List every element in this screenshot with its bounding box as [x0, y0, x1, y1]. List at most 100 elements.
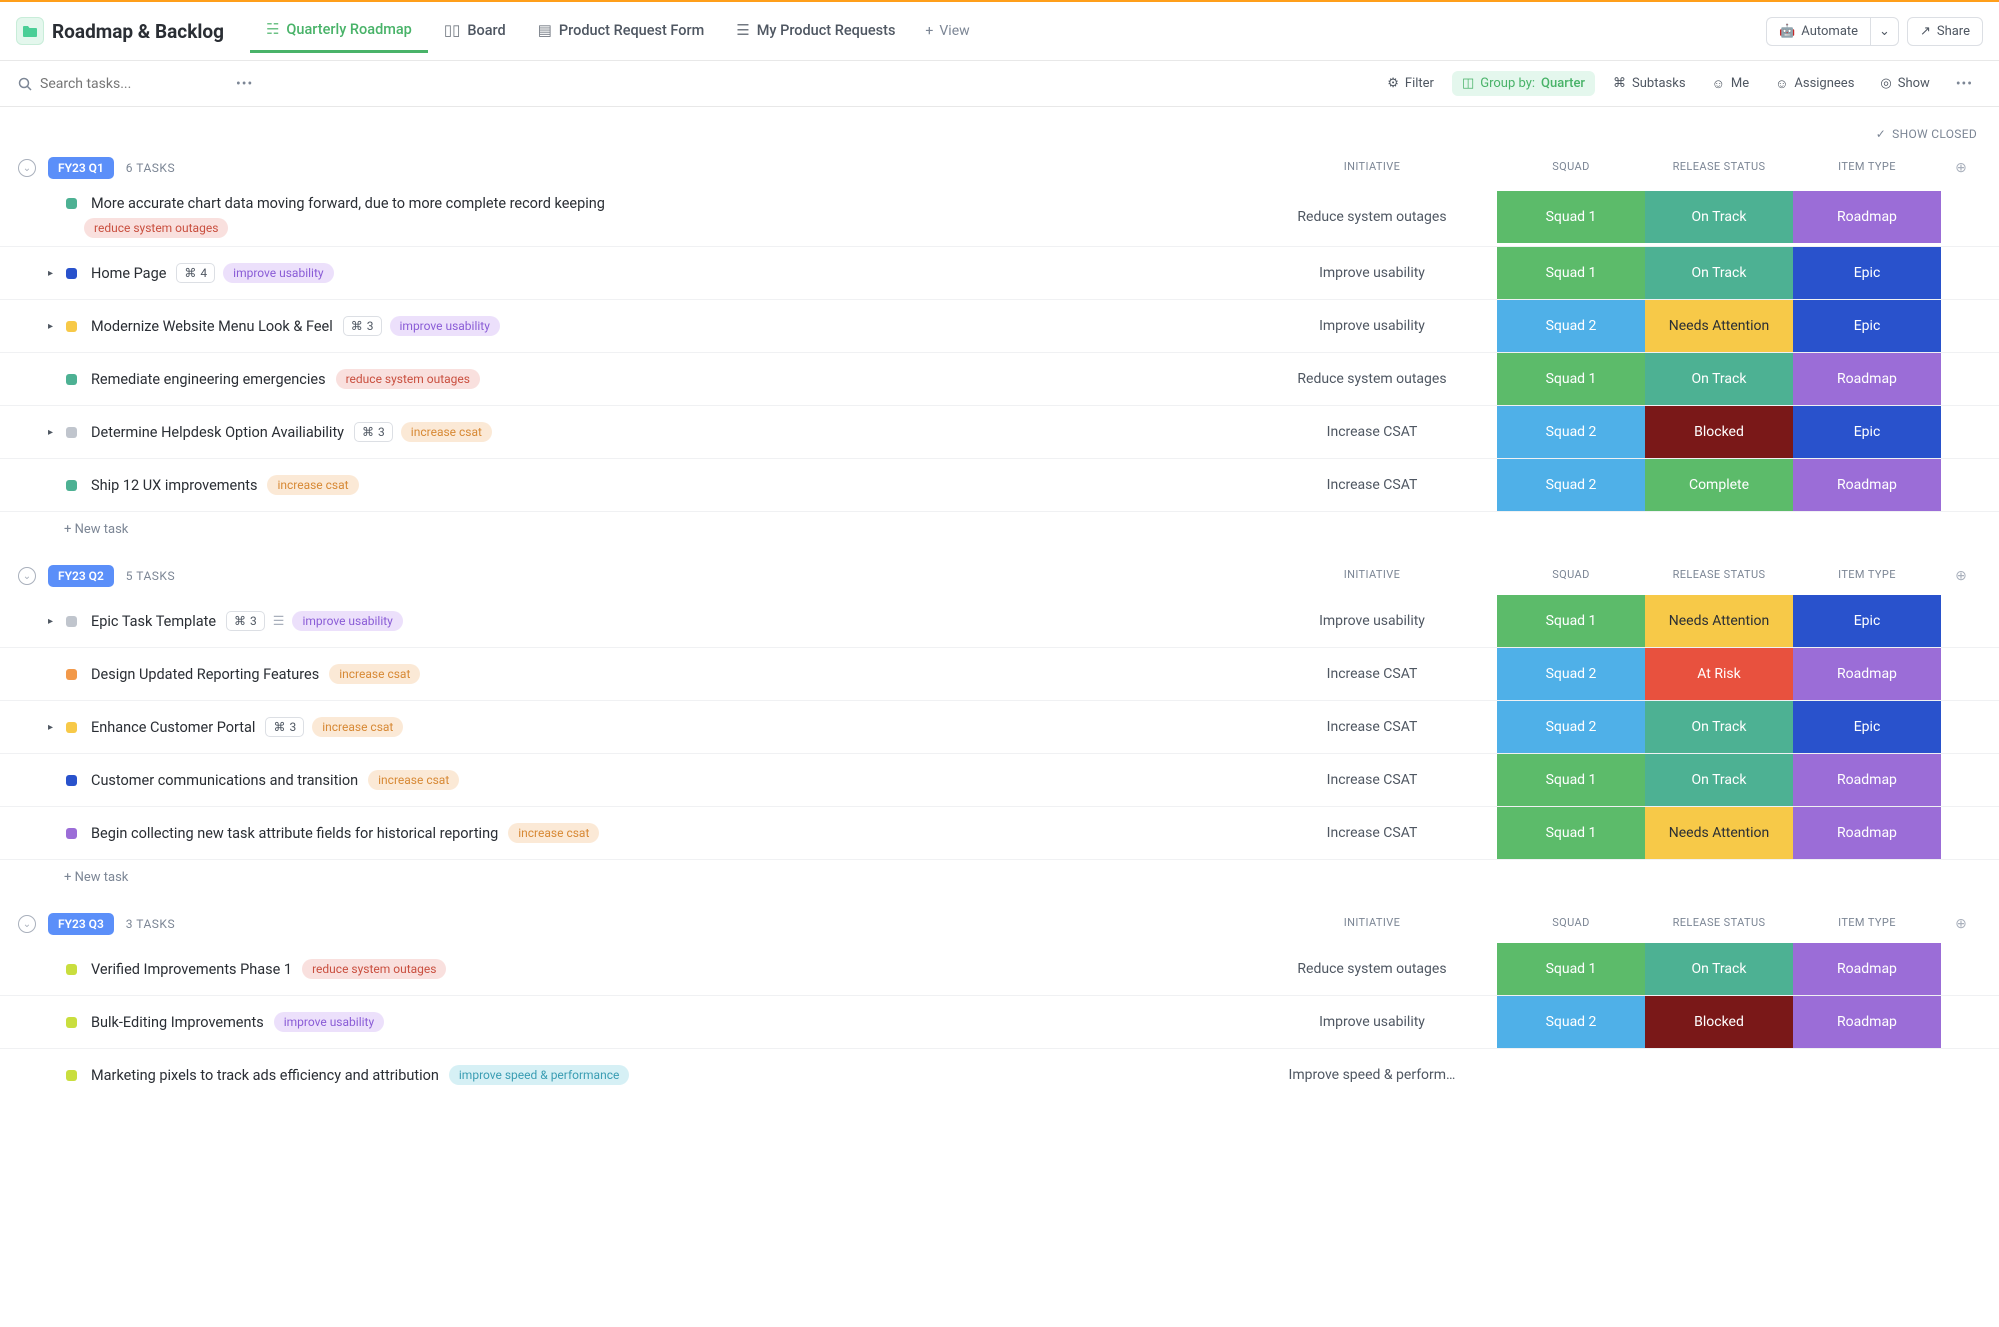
item-type-cell[interactable]: Roadmap: [1793, 459, 1941, 511]
task-main[interactable]: Design Updated Reporting Features increa…: [48, 656, 1247, 692]
initiative-cell[interactable]: Increase CSAT: [1247, 719, 1497, 735]
group-by-button[interactable]: ◫ Group by: Quarter: [1452, 71, 1595, 96]
collapse-icon[interactable]: ⌄: [18, 567, 36, 585]
status-dot[interactable]: [66, 268, 77, 279]
filter-button[interactable]: ⚙ Filter: [1379, 72, 1442, 95]
release-status-cell[interactable]: On Track: [1645, 247, 1793, 299]
release-status-cell[interactable]: Complete: [1645, 459, 1793, 511]
squad-cell[interactable]: Squad 2: [1497, 996, 1645, 1048]
release-status-cell[interactable]: On Track: [1645, 191, 1793, 243]
task-tag[interactable]: reduce system outages: [336, 369, 480, 389]
initiative-cell[interactable]: Increase CSAT: [1247, 666, 1497, 682]
task-tag[interactable]: increase csat: [368, 770, 459, 790]
search-box[interactable]: [18, 76, 218, 92]
subtask-count[interactable]: ⌘ 3: [343, 316, 382, 336]
task-tag[interactable]: increase csat: [508, 823, 599, 843]
task-main[interactable]: ▸ Enhance Customer Portal ⌘ 3increase cs…: [48, 709, 1247, 745]
col-header-item-type[interactable]: ITEM TYPE: [1793, 916, 1941, 932]
show-button[interactable]: ◎ Show: [1872, 72, 1937, 95]
initiative-cell[interactable]: Improve usability: [1247, 613, 1497, 629]
tab-product-request-form[interactable]: ▤ Product Request Form: [522, 11, 721, 51]
status-dot[interactable]: [66, 964, 77, 975]
expand-caret[interactable]: ▸: [48, 427, 60, 438]
subtasks-button[interactable]: ⌘ Subtasks: [1605, 72, 1694, 95]
initiative-cell[interactable]: Improve speed & perform…: [1247, 1067, 1497, 1083]
squad-cell[interactable]: Squad 1: [1497, 247, 1645, 299]
subtask-count[interactable]: ⌘ 3: [354, 422, 393, 442]
initiative-cell[interactable]: Reduce system outages: [1247, 961, 1497, 977]
task-tag[interactable]: improve usability: [292, 611, 402, 631]
status-dot[interactable]: [66, 669, 77, 680]
task-main[interactable]: ▸ Home Page ⌘ 4improve usability: [48, 255, 1247, 291]
show-closed-toggle[interactable]: ✓ SHOW CLOSED: [0, 119, 1999, 149]
squad-cell[interactable]: Squad 2: [1497, 406, 1645, 458]
search-input[interactable]: [40, 76, 218, 92]
release-status-cell[interactable]: Needs Attention: [1645, 595, 1793, 647]
release-status-cell[interactable]: On Track: [1645, 943, 1793, 995]
subtask-count[interactable]: ⌘ 3: [265, 717, 304, 737]
release-status-cell[interactable]: On Track: [1645, 701, 1793, 753]
me-button[interactable]: ☺ Me: [1704, 72, 1758, 96]
col-header-squad[interactable]: SQUAD: [1497, 916, 1645, 932]
add-view-button[interactable]: + View: [911, 13, 983, 49]
task-main[interactable]: ▸ Determine Helpdesk Option Availiabilit…: [48, 414, 1247, 450]
item-type-cell[interactable]: Epic: [1793, 247, 1941, 299]
squad-cell[interactable]: Squad 1: [1497, 807, 1645, 859]
release-status-cell[interactable]: On Track: [1645, 353, 1793, 405]
task-main[interactable]: ▸ Modernize Website Menu Look & Feel ⌘ 3…: [48, 308, 1247, 344]
col-header-initiative[interactable]: INITIATIVE: [1247, 568, 1497, 584]
squad-cell[interactable]: Squad 2: [1497, 300, 1645, 352]
task-main[interactable]: Ship 12 UX improvements increase csat: [48, 467, 1247, 503]
item-type-cell[interactable]: Roadmap: [1793, 353, 1941, 405]
col-header-item-type[interactable]: ITEM TYPE: [1793, 160, 1941, 176]
group-badge[interactable]: FY23 Q3: [48, 913, 114, 935]
new-task-button[interactable]: + New task: [0, 512, 1999, 547]
squad-cell[interactable]: Squad 1: [1497, 191, 1645, 243]
task-main[interactable]: Verified Improvements Phase 1 reduce sys…: [48, 951, 1247, 987]
initiative-cell[interactable]: Improve usability: [1247, 318, 1497, 334]
task-tag[interactable]: improve usability: [390, 316, 500, 336]
task-main[interactable]: More accurate chart data moving forward,…: [48, 187, 1247, 246]
expand-caret[interactable]: ▸: [48, 616, 60, 627]
col-header-release-status[interactable]: RELEASE STATUS: [1645, 568, 1793, 584]
collapse-icon[interactable]: ⌄: [18, 915, 36, 933]
task-tag[interactable]: reduce system outages: [84, 218, 228, 238]
squad-cell[interactable]: Squad 1: [1497, 943, 1645, 995]
status-dot[interactable]: [66, 427, 77, 438]
task-main[interactable]: Begin collecting new task attribute fiel…: [48, 815, 1247, 851]
expand-caret[interactable]: ▸: [48, 321, 60, 332]
squad-cell[interactable]: Squad 2: [1497, 701, 1645, 753]
item-type-cell[interactable]: Roadmap: [1793, 943, 1941, 995]
initiative-cell[interactable]: Increase CSAT: [1247, 477, 1497, 493]
item-type-cell[interactable]: Epic: [1793, 300, 1941, 352]
automate-button[interactable]: 🤖 Automate: [1766, 17, 1870, 46]
status-dot[interactable]: [66, 198, 77, 209]
squad-cell[interactable]: Squad 1: [1497, 754, 1645, 806]
item-type-cell[interactable]: Roadmap: [1793, 191, 1941, 243]
release-status-cell[interactable]: [1645, 1049, 1793, 1101]
subtask-count[interactable]: ⌘ 3: [226, 611, 265, 631]
task-main[interactable]: ▸ Epic Task Template ⌘ 3☰improve usabili…: [48, 603, 1247, 639]
status-dot[interactable]: [66, 374, 77, 385]
status-dot[interactable]: [66, 616, 77, 627]
initiative-cell[interactable]: Reduce system outages: [1247, 371, 1497, 387]
search-more-button[interactable]: •••: [228, 72, 261, 96]
initiative-cell[interactable]: Reduce system outages: [1247, 209, 1497, 225]
col-header-squad[interactable]: SQUAD: [1497, 568, 1645, 584]
release-status-cell[interactable]: On Track: [1645, 754, 1793, 806]
status-dot[interactable]: [66, 828, 77, 839]
task-main[interactable]: Marketing pixels to track ads efficiency…: [48, 1057, 1247, 1093]
initiative-cell[interactable]: Increase CSAT: [1247, 772, 1497, 788]
initiative-cell[interactable]: Improve usability: [1247, 1014, 1497, 1030]
squad-cell[interactable]: Squad 2: [1497, 459, 1645, 511]
item-type-cell[interactable]: Epic: [1793, 701, 1941, 753]
folder-icon[interactable]: [16, 17, 44, 45]
task-tag[interactable]: reduce system outages: [302, 959, 446, 979]
squad-cell[interactable]: Squad 1: [1497, 353, 1645, 405]
expand-caret[interactable]: ▸: [48, 268, 60, 279]
status-dot[interactable]: [66, 1017, 77, 1028]
release-status-cell[interactable]: At Risk: [1645, 648, 1793, 700]
initiative-cell[interactable]: Improve usability: [1247, 265, 1497, 281]
item-type-cell[interactable]: Epic: [1793, 595, 1941, 647]
task-tag[interactable]: increase csat: [329, 664, 420, 684]
